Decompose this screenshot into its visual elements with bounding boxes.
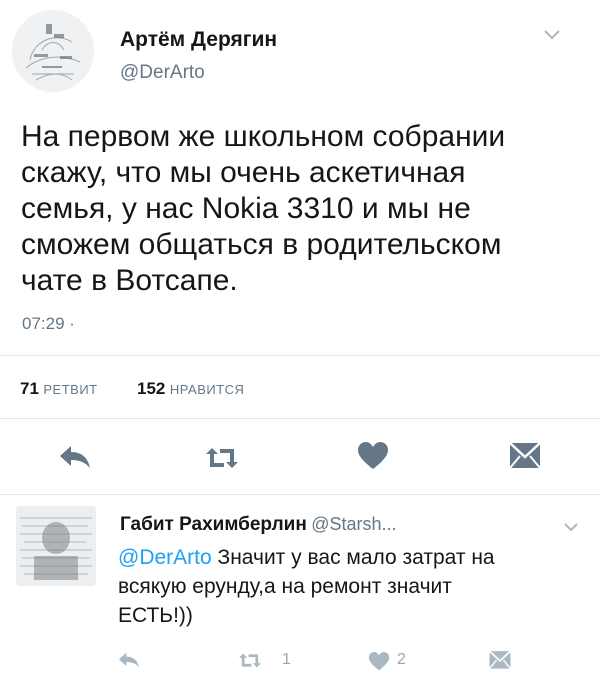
author-name[interactable]: Артём Дерягин xyxy=(120,28,277,52)
reply-text-line: всякую ерунду,а на ремонт значит xyxy=(118,575,452,598)
divider xyxy=(0,418,600,419)
tweet-text-line: На первом же школьном собрании xyxy=(21,120,506,153)
retweet-label: РЕТВИТ xyxy=(43,382,98,397)
reply-retweet-count: 1 xyxy=(282,651,291,668)
reply-author-handle[interactable]: @Starsh... xyxy=(311,514,396,534)
retweet-stats[interactable]: 71 РЕТВИТ xyxy=(20,379,98,399)
tweet-text-line: чате в Вотсапе. xyxy=(21,264,238,297)
tweet-timestamp[interactable]: 07:29 · xyxy=(22,314,75,334)
like-stats[interactable]: 152 НРАВИТСЯ xyxy=(137,379,244,399)
like-label: НРАВИТСЯ xyxy=(169,382,245,397)
chevron-down-icon[interactable] xyxy=(543,29,561,41)
chevron-down-icon[interactable] xyxy=(563,522,579,532)
divider xyxy=(0,355,600,356)
tweet-text-line: семья, у нас Nokia 3310 и мы не xyxy=(21,192,471,225)
reply-icon[interactable] xyxy=(57,444,93,470)
message-icon[interactable] xyxy=(488,649,512,670)
reply-text: @DerArto Значит у вас мало затрат на вся… xyxy=(118,543,588,630)
author-handle[interactable]: @DerArto xyxy=(120,62,205,84)
reply-header: Габит Рахимберлин @Starsh... xyxy=(120,514,397,536)
tweet-text-line: скажу, что мы очень аскетичная xyxy=(21,156,466,189)
retweet-count: 71 xyxy=(20,379,39,398)
like-icon[interactable] xyxy=(368,652,390,671)
reply-text-line: @DerArto Значит у вас мало затрат на xyxy=(118,546,495,569)
reply-avatar[interactable] xyxy=(16,506,96,586)
reply-like-count: 2 xyxy=(397,651,406,668)
retweet-icon[interactable] xyxy=(203,446,241,470)
retweet-icon[interactable] xyxy=(237,652,263,669)
mention-link[interactable]: @DerArto xyxy=(118,546,212,569)
divider xyxy=(0,494,600,495)
like-icon[interactable] xyxy=(357,442,389,470)
reply-icon[interactable] xyxy=(117,651,141,669)
author-avatar[interactable] xyxy=(12,10,94,92)
message-icon[interactable] xyxy=(508,440,542,470)
reply-text-line: ЕСТЬ!)) xyxy=(118,604,193,627)
tweet-text-line: сможем общаться в родительском xyxy=(21,228,502,261)
reply-author-name[interactable]: Габит Рахимберлин xyxy=(120,514,307,535)
tweet-text: На первом же школьном собрании скажу, чт… xyxy=(21,119,591,299)
like-count: 152 xyxy=(137,379,166,398)
